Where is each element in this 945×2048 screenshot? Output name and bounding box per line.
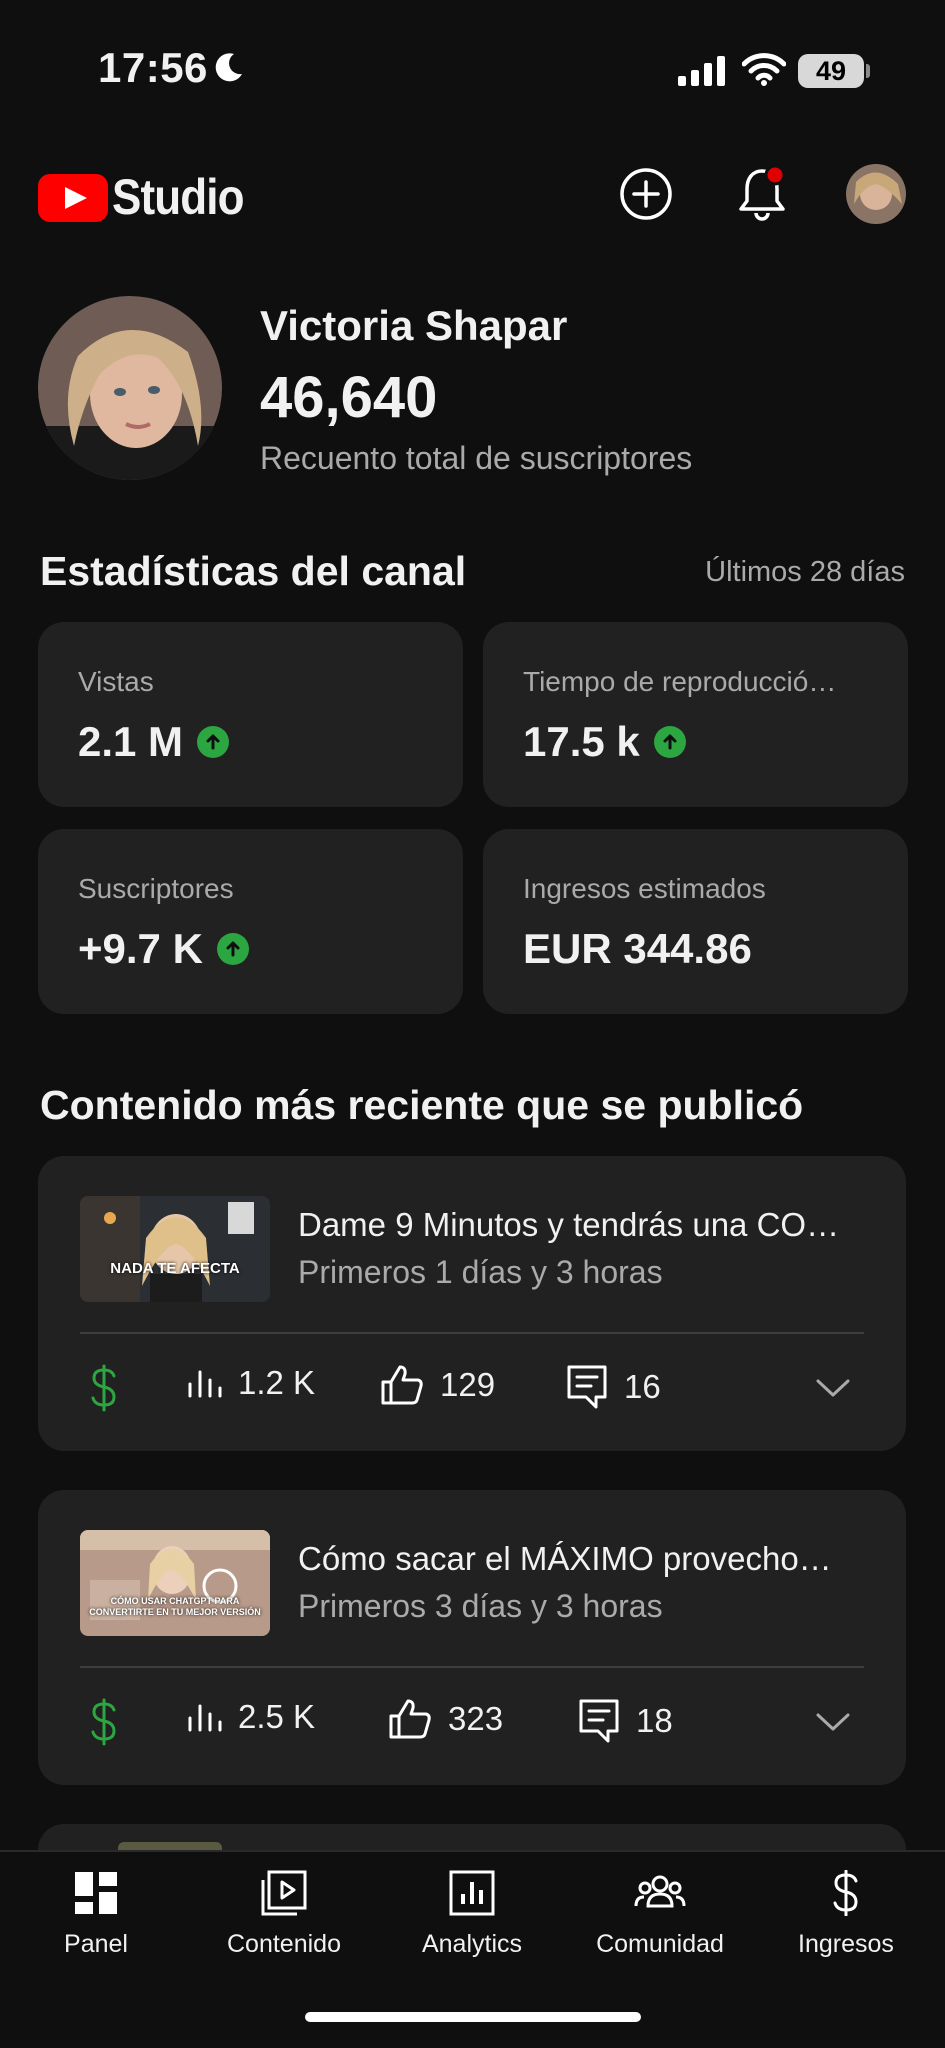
bar-chart-icon — [188, 1370, 222, 1398]
notifications-button[interactable] — [732, 164, 792, 224]
expand-button[interactable] — [816, 1378, 850, 1398]
nav-panel[interactable]: Panel — [6, 1870, 186, 1959]
nav-label: Ingresos — [798, 1930, 894, 1958]
video-card[interactable]: NADA TE AFECTA Dame 9 Minutos y tendrás … — [38, 1156, 906, 1451]
dollar-icon — [91, 1698, 116, 1746]
comments-metric: 16 — [566, 1364, 661, 1410]
comments-count: 16 — [624, 1368, 661, 1405]
subscriber-count-label: Recuento total de suscriptores — [260, 440, 693, 476]
thumbs-up-icon — [381, 1365, 423, 1405]
stat-card-watch-time[interactable]: Tiempo de reproducció… 17.5 k — [483, 622, 908, 807]
monetization-status — [90, 1364, 118, 1412]
likes-count: 129 — [440, 1366, 496, 1403]
stat-value: 17.5 k — [523, 718, 640, 765]
thumbnail-caption: CÓMO USAR CHATGPT PARA CONVERTIRTE EN TU… — [89, 1596, 261, 1617]
stat-card-revenue[interactable]: Ingresos estimados EUR 344.86 — [483, 829, 908, 1014]
youtube-logo-icon — [38, 174, 108, 222]
views-metric: 2.5 K — [186, 1698, 315, 1736]
divider — [80, 1332, 864, 1334]
status-time: 17:56 — [98, 44, 208, 91]
dashboard-icon — [75, 1872, 117, 1914]
bar-chart-icon — [188, 1704, 222, 1732]
nav-label: Analytics — [421, 1930, 523, 1958]
channel-stats-title: Estadísticas del canal — [40, 548, 467, 594]
nav-label: Comunidad — [596, 1930, 724, 1958]
comment-icon — [567, 1365, 607, 1409]
chevron-down-icon — [816, 1379, 850, 1397]
home-indicator[interactable] — [305, 2012, 641, 2022]
channel-avatar — [38, 296, 222, 480]
signal-icon — [678, 56, 725, 86]
stat-card-views[interactable]: Vistas 2.1 M — [38, 622, 463, 807]
nav-earnings[interactable]: Ingresos — [756, 1870, 936, 1959]
content-icon — [261, 1870, 307, 1916]
studio-brand: Studio — [112, 169, 244, 225]
video-period: Primeros 1 días y 3 horas — [298, 1254, 663, 1290]
stats-period[interactable]: Últimos 28 días — [705, 556, 905, 589]
views-count: 1.2 K — [238, 1364, 316, 1401]
thumbnail-caption: NADA TE AFECTA — [110, 1260, 240, 1277]
video-period: Primeros 3 días y 3 horas — [298, 1588, 663, 1624]
likes-count: 323 — [448, 1700, 504, 1737]
nav-analytics[interactable]: Analytics — [382, 1870, 562, 1959]
thumbs-up-icon — [389, 1699, 431, 1739]
stat-label: Vistas — [78, 666, 154, 697]
battery-tip — [866, 64, 870, 78]
stat-value: EUR 344.86 — [523, 925, 752, 972]
account-avatar[interactable] — [846, 164, 906, 224]
add-icon — [620, 168, 672, 220]
stat-label: Ingresos estimados — [523, 873, 766, 904]
channel-avatar-image — [38, 296, 222, 480]
stat-label: Tiempo de reproducció… — [523, 666, 837, 697]
community-icon — [634, 1875, 686, 1908]
nav-label: Contenido — [227, 1930, 341, 1958]
stat-value: 2.1 M — [78, 718, 184, 765]
dollar-icon — [91, 1364, 116, 1412]
channel-name: Victoria Shapar — [260, 302, 568, 349]
nav-community[interactable]: Comunidad — [570, 1870, 750, 1959]
recent-content-title: Contenido más reciente que se publicó — [40, 1082, 804, 1128]
divider — [80, 1666, 864, 1668]
comments-metric: 18 — [578, 1698, 673, 1744]
trend-up-icon — [653, 726, 686, 758]
video-thumbnail[interactable]: NADA TE AFECTA — [80, 1196, 270, 1302]
views-metric: 1.2 K — [186, 1364, 315, 1402]
stat-label: Suscriptores — [78, 873, 234, 904]
analytics-icon — [449, 1870, 495, 1916]
nav-content[interactable]: Contenido — [194, 1870, 374, 1959]
avatar-image — [846, 164, 906, 224]
video-card[interactable]: CÓMO USAR CHATGPT PARA CONVERTIRTE EN TU… — [38, 1490, 906, 1785]
trend-up-icon — [216, 933, 249, 965]
video-title: Dame 9 Minutos y tendrás una CO… — [298, 1206, 840, 1243]
likes-metric: 323 — [388, 1698, 503, 1740]
nav-label: Panel — [64, 1930, 128, 1958]
thumbnail-image — [80, 1196, 270, 1302]
subscriber-count: 46,640 — [260, 365, 438, 430]
views-count: 2.5 K — [238, 1698, 316, 1735]
comment-icon — [579, 1699, 619, 1743]
video-thumbnail[interactable]: CÓMO USAR CHATGPT PARA CONVERTIRTE EN TU… — [80, 1530, 270, 1636]
stat-value: +9.7 K — [78, 925, 203, 972]
stat-card-subscribers[interactable]: Suscriptores +9.7 K — [38, 829, 463, 1014]
dollar-icon — [833, 1870, 858, 1916]
create-button[interactable] — [616, 164, 676, 224]
trend-up-icon — [197, 726, 230, 758]
video-title: Cómo sacar el MÁXIMO provecho… — [298, 1540, 832, 1577]
thumbnail-image — [80, 1530, 270, 1636]
chevron-down-icon — [816, 1713, 850, 1731]
comments-count: 18 — [636, 1702, 673, 1739]
likes-metric: 129 — [380, 1364, 495, 1406]
battery-indicator: 49 — [798, 54, 864, 88]
monetization-status — [90, 1698, 118, 1746]
wifi-icon — [742, 53, 786, 86]
expand-button[interactable] — [816, 1712, 850, 1732]
bell-icon — [739, 165, 786, 221]
moon-icon — [215, 53, 242, 82]
